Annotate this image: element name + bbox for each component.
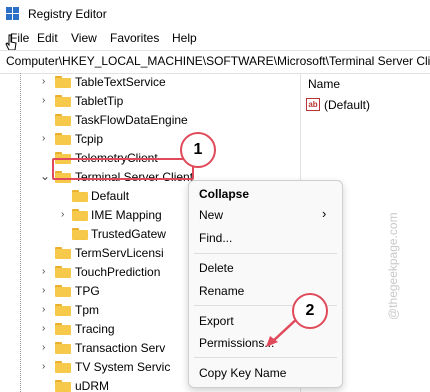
folder-icon	[55, 266, 71, 278]
menu-item-delete[interactable]: Delete	[199, 261, 234, 275]
window-title: Registry Editor	[28, 7, 107, 21]
menu-item-collapse[interactable]: Collapse	[199, 187, 249, 201]
chevron-right-icon[interactable]: ›	[61, 209, 64, 220]
menu-separator	[194, 357, 337, 358]
folder-icon	[72, 190, 88, 202]
menu-item-rename[interactable]: Rename	[199, 284, 244, 298]
menu-item-find[interactable]: Find...	[199, 231, 232, 245]
chevron-right-icon[interactable]: ›	[42, 266, 45, 277]
tree-item-label: IME Mapping	[91, 208, 162, 222]
tree-item-label: TaskFlowDataEngine	[75, 113, 188, 127]
folder-icon	[55, 133, 71, 145]
tree-item-label: TouchPrediction	[75, 265, 161, 279]
tree-item-label: TrustedGatew	[91, 227, 166, 241]
tree-item-label: TabletTip	[75, 94, 124, 108]
chevron-right-icon[interactable]: ›	[42, 133, 45, 144]
tree-item-label: Tcpip	[75, 132, 104, 146]
folder-icon	[72, 228, 88, 240]
folder-icon	[55, 342, 71, 354]
folder-icon	[55, 76, 71, 88]
menu-help[interactable]: Help	[172, 31, 197, 45]
selection-highlight	[52, 158, 194, 180]
folder-icon	[55, 247, 71, 259]
menu-view[interactable]: View	[71, 31, 97, 45]
folder-icon	[55, 95, 71, 107]
string-value-icon: ab	[306, 98, 320, 111]
folder-icon	[55, 285, 71, 297]
chevron-right-icon[interactable]: ›	[42, 361, 45, 372]
folder-icon	[55, 380, 71, 392]
watermark: @thegeekpage.com	[386, 212, 400, 320]
tree-item-label: TV System Servic	[75, 360, 171, 374]
tree-item-label: Tpm	[75, 303, 99, 317]
chevron-right-icon[interactable]: ›	[42, 323, 45, 334]
chevron-right-icon[interactable]: ›	[42, 285, 45, 296]
registry-editor-icon	[6, 7, 19, 20]
chevron-down-icon[interactable]: ⌄	[40, 169, 50, 183]
menu-item-copy-key-name[interactable]: Copy Key Name	[199, 366, 286, 380]
chevron-right-icon[interactable]: ›	[42, 342, 45, 353]
chevron-right-icon[interactable]: ›	[42, 304, 45, 315]
tree-item-label: Tracing	[75, 322, 115, 336]
folder-icon	[72, 209, 88, 221]
step-badge-1: 1	[180, 132, 216, 168]
context-menu: Collapse New › Find... Delete Rename Exp…	[188, 180, 343, 388]
menu-edit[interactable]: Edit	[37, 31, 58, 45]
tree-item-label: TermServLicensi	[75, 246, 164, 260]
tree-item-label: Transaction Serv	[75, 341, 166, 355]
tree-item-label: Default	[91, 189, 130, 203]
tree-item-label: TPG	[75, 284, 100, 298]
folder-icon	[55, 323, 71, 335]
value-name: (Default)	[324, 98, 371, 112]
tree-item-label: TableTextService	[75, 75, 166, 89]
column-header-name[interactable]: Name	[308, 77, 340, 91]
menu-item-new[interactable]: New	[199, 208, 223, 222]
folder-icon	[55, 361, 71, 373]
step-badge-2: 2	[292, 293, 328, 329]
tree-item-label: uDRM	[75, 379, 110, 392]
folder-icon	[55, 114, 71, 126]
menu-item-export[interactable]: Export	[199, 314, 234, 328]
chevron-right-icon[interactable]: ›	[42, 95, 45, 106]
address-path[interactable]: Computer\HKEY_LOCAL_MACHINE\SOFTWARE\Mic…	[6, 54, 430, 68]
title-bar: Registry Editor	[0, 0, 430, 28]
menu-favorites[interactable]: Favorites	[110, 31, 159, 45]
menu-bar: File Edit View Favorites Help	[0, 28, 430, 48]
menu-separator	[194, 253, 337, 254]
folder-icon	[55, 304, 71, 316]
address-bar[interactable]: Computer\HKEY_LOCAL_MACHINE\SOFTWARE\Mic…	[0, 50, 430, 74]
chevron-right-icon[interactable]: ›	[42, 76, 45, 87]
chevron-right-icon: ›	[322, 206, 327, 221]
